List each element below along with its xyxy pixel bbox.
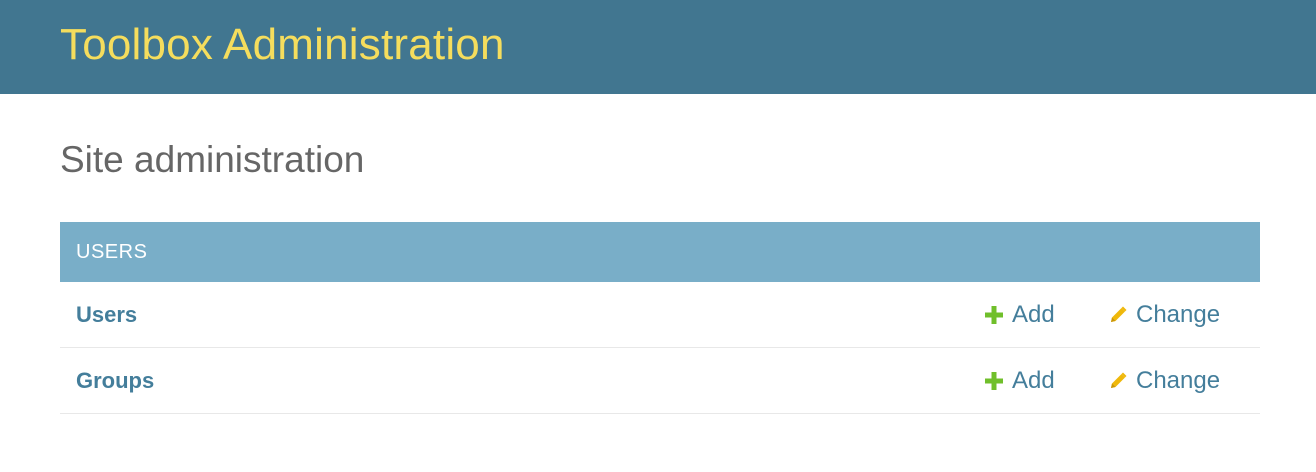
- change-label: Change: [1136, 300, 1221, 328]
- site-header: Toolbox Administration: [0, 0, 1316, 94]
- pencil-icon: [1108, 305, 1128, 325]
- module-users: USERS Users Add Change Groups Add Change: [60, 222, 1260, 414]
- users-add-link[interactable]: Add: [984, 301, 1055, 329]
- plus-icon: [984, 371, 1004, 391]
- groups-link[interactable]: Groups: [76, 368, 154, 394]
- page-title: Site administration: [60, 139, 365, 180]
- groups-add-link[interactable]: Add: [984, 367, 1055, 395]
- site-title[interactable]: Toolbox Administration: [60, 23, 505, 67]
- plus-icon: [984, 305, 1004, 325]
- main-content: Site administration USERS Users Add Chan…: [0, 138, 1316, 414]
- pencil-icon: [1108, 371, 1128, 391]
- users-change-link[interactable]: Change: [1108, 301, 1220, 329]
- module-caption[interactable]: USERS: [60, 222, 1260, 282]
- table-row-groups: Groups Add Change: [60, 348, 1260, 414]
- add-label: Add: [1012, 300, 1055, 328]
- groups-change-link[interactable]: Change: [1108, 367, 1220, 395]
- add-label: Add: [1012, 366, 1055, 394]
- users-link[interactable]: Users: [76, 302, 137, 328]
- change-label: Change: [1136, 366, 1221, 394]
- table-row-users: Users Add Change: [60, 282, 1260, 348]
